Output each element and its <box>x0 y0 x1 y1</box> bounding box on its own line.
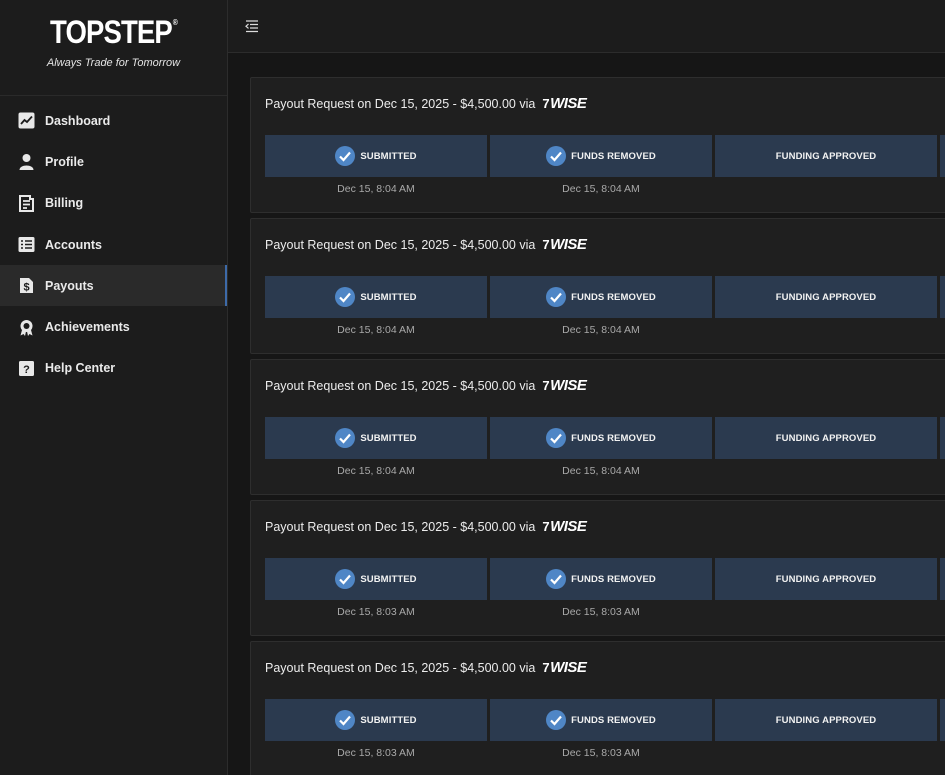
check-circle-icon <box>335 287 356 307</box>
sidebar-item-label: Dashboard <box>45 113 111 128</box>
step-funding-approved: FUNDING APPROVED <box>715 276 937 318</box>
top-bar <box>228 0 945 53</box>
step-timestamp: Dec 15, 8:03 AM <box>562 747 640 759</box>
wise-logo: 7 WISE <box>542 236 587 253</box>
payout-card: Payout Request on Dec 15, 2025 - $4,500.… <box>250 77 945 213</box>
step-timestamp: Dec 15, 8:03 AM <box>337 747 415 759</box>
step-funds-removed: FUNDS REMOVED <box>490 276 712 318</box>
sidebar-item-label: Achievements <box>45 320 130 335</box>
sidebar-item-payouts[interactable]: $ Payouts <box>0 265 227 307</box>
step-submitted: SUBMITTED <box>265 276 487 318</box>
sidebar: TOPSTEP® Always Trade for Tomorrow Dashb… <box>0 0 228 775</box>
wise-logo: 7 WISE <box>542 659 587 676</box>
step-next <box>940 558 945 600</box>
payout-title: Payout Request on Dec 15, 2025 - $4,500.… <box>265 659 587 676</box>
question-icon: ? <box>18 360 35 377</box>
payout-card: Payout Request on Dec 15, 2025 - $4,500.… <box>250 641 945 775</box>
svg-text:?: ? <box>23 364 30 376</box>
step-next <box>940 699 945 741</box>
step-timestamp: Dec 15, 8:03 AM <box>337 606 415 618</box>
payouts-list: Payout Request on Dec 15, 2025 - $4,500.… <box>228 53 945 775</box>
sidebar-item-label: Payouts <box>45 278 94 293</box>
check-circle-icon <box>335 710 356 730</box>
check-circle-icon <box>546 428 567 448</box>
topstep-logo[interactable]: TOPSTEP® <box>16 14 211 51</box>
sidebar-item-billing[interactable]: Billing <box>0 183 227 224</box>
step-timestamp: Dec 15, 8:04 AM <box>562 324 640 336</box>
wise-logo: 7 WISE <box>542 518 587 535</box>
brand-header: TOPSTEP® Always Trade for Tomorrow <box>0 0 227 96</box>
sidebar-item-profile[interactable]: Profile <box>0 141 227 182</box>
sidebar-item-accounts[interactable]: Accounts <box>0 224 227 265</box>
step-submitted: SUBMITTED <box>265 135 487 177</box>
step-submitted: SUBMITTED <box>265 699 487 741</box>
step-timestamp: Dec 15, 8:04 AM <box>337 324 415 336</box>
sidebar-item-achievements[interactable]: Achievements <box>0 306 227 347</box>
check-circle-icon <box>546 569 567 589</box>
wise-logo: 7 WISE <box>542 95 587 112</box>
sidebar-item-label: Accounts <box>45 237 102 252</box>
step-funding-approved: FUNDING APPROVED <box>715 558 937 600</box>
step-submitted: SUBMITTED <box>265 558 487 600</box>
step-funding-approved: FUNDING APPROVED <box>715 135 937 177</box>
sidebar-item-label: Help Center <box>45 361 116 376</box>
sidebar-item-label: Profile <box>45 154 84 169</box>
payout-card: Payout Request on Dec 15, 2025 - $4,500.… <box>250 500 945 636</box>
check-circle-icon <box>335 428 356 448</box>
step-timestamp: Dec 15, 8:04 AM <box>562 183 640 195</box>
payout-title: Payout Request on Dec 15, 2025 - $4,500.… <box>265 518 587 535</box>
step-next <box>940 417 945 459</box>
svg-text:$: $ <box>23 282 29 294</box>
step-timestamp: Dec 15, 8:03 AM <box>562 606 640 618</box>
dollar-doc-icon: $ <box>18 277 35 294</box>
step-submitted: SUBMITTED <box>265 417 487 459</box>
sidebar-item-label: Billing <box>45 196 84 211</box>
payout-title: Payout Request on Dec 15, 2025 - $4,500.… <box>265 377 587 394</box>
award-icon <box>18 319 35 336</box>
payout-card: Payout Request on Dec 15, 2025 - $4,500.… <box>250 359 945 495</box>
step-funds-removed: FUNDS REMOVED <box>490 699 712 741</box>
step-funds-removed: FUNDS REMOVED <box>490 417 712 459</box>
collapse-menu-icon[interactable] <box>244 18 260 34</box>
step-timestamp: Dec 15, 8:04 AM <box>337 183 415 195</box>
sidebar-nav: Dashboard Profile Billing Accounts $ Pay… <box>0 96 227 389</box>
step-timestamp: Dec 15, 8:04 AM <box>562 465 640 477</box>
chart-icon <box>18 112 35 129</box>
check-circle-icon <box>546 710 567 730</box>
step-next <box>940 276 945 318</box>
billing-icon <box>18 194 35 212</box>
list-icon <box>18 236 35 253</box>
check-circle-icon <box>335 569 356 589</box>
payout-card: Payout Request on Dec 15, 2025 - $4,500.… <box>250 218 945 354</box>
step-funding-approved: FUNDING APPROVED <box>715 417 937 459</box>
payout-title: Payout Request on Dec 15, 2025 - $4,500.… <box>265 236 587 253</box>
step-timestamp: Dec 15, 8:04 AM <box>337 465 415 477</box>
brand-tagline: Always Trade for Tomorrow <box>46 57 181 69</box>
step-funding-approved: FUNDING APPROVED <box>715 699 937 741</box>
check-circle-icon <box>335 146 356 166</box>
step-next <box>940 135 945 177</box>
sidebar-item-dashboard[interactable]: Dashboard <box>0 100 227 141</box>
step-funds-removed: FUNDS REMOVED <box>490 135 712 177</box>
payout-title: Payout Request on Dec 15, 2025 - $4,500.… <box>265 95 587 112</box>
wise-logo: 7 WISE <box>542 377 587 394</box>
user-icon <box>18 153 35 171</box>
check-circle-icon <box>546 146 567 166</box>
check-circle-icon <box>546 287 567 307</box>
step-funds-removed: FUNDS REMOVED <box>490 558 712 600</box>
sidebar-item-help-center[interactable]: ? Help Center <box>0 348 227 389</box>
